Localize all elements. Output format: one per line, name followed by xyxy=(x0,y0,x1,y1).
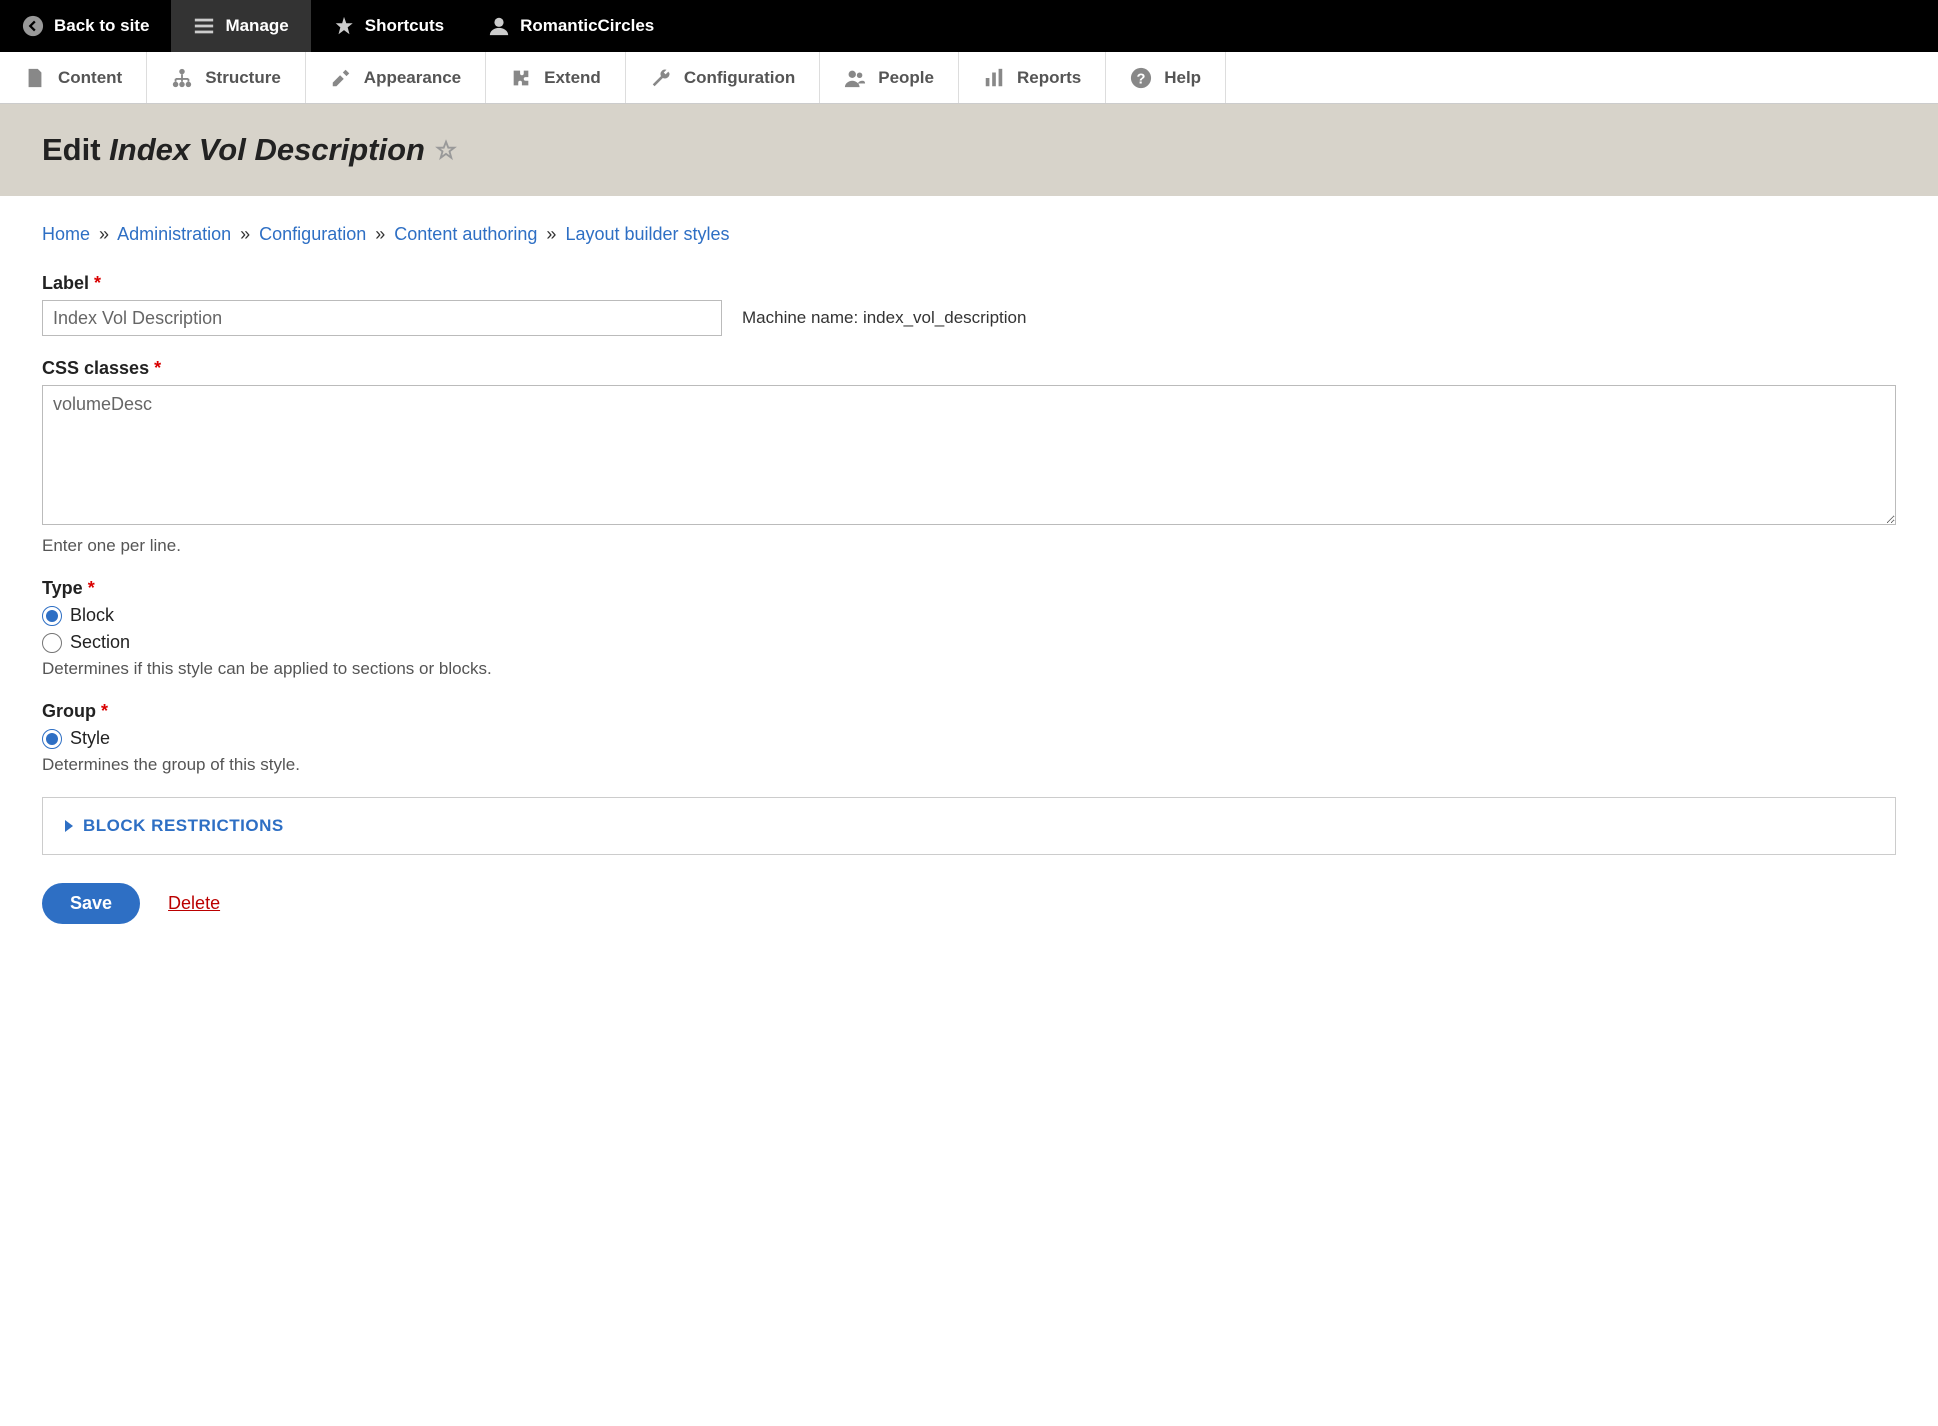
css-classes-label: CSS classes * xyxy=(42,358,1896,379)
help-label: Help xyxy=(1164,68,1201,88)
configuration-label: Configuration xyxy=(684,68,795,88)
title-region: Edit Index Vol Description xyxy=(0,104,1938,196)
back-to-site-label: Back to site xyxy=(54,16,149,36)
svg-text:?: ? xyxy=(1137,71,1146,87)
delete-button[interactable]: Delete xyxy=(168,893,220,914)
triangle-right-icon xyxy=(65,820,73,832)
page-title: Edit Index Vol Description xyxy=(42,132,1896,168)
block-restrictions-summary[interactable]: BLOCK RESTRICTIONS xyxy=(65,816,1873,836)
block-restrictions-details: BLOCK RESTRICTIONS xyxy=(42,797,1896,855)
back-to-site-button[interactable]: Back to site xyxy=(0,0,171,52)
css-classes-textarea[interactable]: volumeDesc xyxy=(42,385,1896,525)
label-input[interactable] xyxy=(42,300,722,336)
content-label: Content xyxy=(58,68,122,88)
type-radio-section[interactable]: Section xyxy=(42,632,1896,653)
group-label: Group * xyxy=(42,701,1896,722)
type-radio-block-input[interactable] xyxy=(42,606,62,626)
structure-label: Structure xyxy=(205,68,281,88)
breadcrumb: Home » Administration » Configuration » … xyxy=(42,224,1896,245)
breadcrumb-config[interactable]: Configuration xyxy=(259,224,366,244)
type-radio-section-label: Section xyxy=(70,632,130,653)
back-icon xyxy=(22,15,44,37)
extend-tab[interactable]: Extend xyxy=(486,52,626,103)
content-region: Home » Administration » Configuration » … xyxy=(0,196,1938,952)
breadcrumb-admin[interactable]: Administration xyxy=(117,224,231,244)
content-tab[interactable]: Content xyxy=(0,52,147,103)
breadcrumb-home[interactable]: Home xyxy=(42,224,90,244)
wrench-icon xyxy=(650,67,672,89)
star-icon xyxy=(333,15,355,37)
css-classes-field-wrapper: CSS classes * volumeDesc Enter one per l… xyxy=(42,358,1896,556)
people-label: People xyxy=(878,68,934,88)
favorite-star-icon[interactable] xyxy=(435,139,457,161)
type-description: Determines if this style can be applied … xyxy=(42,659,1896,679)
toolbar-admin: Content Structure Appearance Extend Conf… xyxy=(0,52,1938,104)
configuration-tab[interactable]: Configuration xyxy=(626,52,820,103)
toolbar-top: Back to site Manage Shortcuts RomanticCi… xyxy=(0,0,1938,52)
help-icon: ? xyxy=(1130,67,1152,89)
save-button[interactable]: Save xyxy=(42,883,140,924)
breadcrumb-sep: » xyxy=(99,224,109,244)
group-field-wrapper: Group * Style Determines the group of th… xyxy=(42,701,1896,775)
user-label: RomanticCircles xyxy=(520,16,654,36)
manage-button[interactable]: Manage xyxy=(171,0,310,52)
structure-tab[interactable]: Structure xyxy=(147,52,306,103)
page-title-prefix: Edit xyxy=(42,132,109,167)
manage-label: Manage xyxy=(225,16,288,36)
breadcrumb-sep: » xyxy=(375,224,385,244)
type-field-wrapper: Type * Block Section Determines if this … xyxy=(42,578,1896,679)
appearance-icon xyxy=(330,67,352,89)
type-radio-block-label: Block xyxy=(70,605,114,626)
extend-icon xyxy=(510,67,532,89)
reports-tab[interactable]: Reports xyxy=(959,52,1106,103)
reports-label: Reports xyxy=(1017,68,1081,88)
people-icon xyxy=(844,67,866,89)
required-marker: * xyxy=(154,358,161,378)
required-marker: * xyxy=(94,273,101,293)
appearance-label: Appearance xyxy=(364,68,461,88)
shortcuts-label: Shortcuts xyxy=(365,16,444,36)
group-radio-style-input[interactable] xyxy=(42,729,62,749)
label-field-wrapper: Label * Machine name: index_vol_descript… xyxy=(42,273,1896,336)
user-icon xyxy=(488,15,510,37)
extend-label: Extend xyxy=(544,68,601,88)
type-radio-section-input[interactable] xyxy=(42,633,62,653)
label-field-label: Label * xyxy=(42,273,1896,294)
page-title-name: Index Vol Description xyxy=(109,132,425,167)
user-button[interactable]: RomanticCircles xyxy=(466,0,676,52)
machine-name-display: Machine name: index_vol_description xyxy=(742,308,1026,328)
breadcrumb-layout-builder-styles[interactable]: Layout builder styles xyxy=(565,224,729,244)
structure-icon xyxy=(171,67,193,89)
required-marker: * xyxy=(88,578,95,598)
required-marker: * xyxy=(101,701,108,721)
hamburger-icon xyxy=(193,15,215,37)
group-radio-style[interactable]: Style xyxy=(42,728,1896,749)
breadcrumb-content-authoring[interactable]: Content authoring xyxy=(394,224,537,244)
breadcrumb-sep: » xyxy=(240,224,250,244)
appearance-tab[interactable]: Appearance xyxy=(306,52,486,103)
content-icon xyxy=(24,67,46,89)
people-tab[interactable]: People xyxy=(820,52,959,103)
help-tab[interactable]: ? Help xyxy=(1106,52,1226,103)
css-classes-description: Enter one per line. xyxy=(42,536,1896,556)
group-radio-style-label: Style xyxy=(70,728,110,749)
block-restrictions-label: BLOCK RESTRICTIONS xyxy=(83,816,284,836)
form-actions: Save Delete xyxy=(42,883,1896,924)
group-description: Determines the group of this style. xyxy=(42,755,1896,775)
breadcrumb-sep: » xyxy=(546,224,556,244)
reports-icon xyxy=(983,67,1005,89)
shortcuts-button[interactable]: Shortcuts xyxy=(311,0,466,52)
type-radio-block[interactable]: Block xyxy=(42,605,1896,626)
type-label: Type * xyxy=(42,578,1896,599)
